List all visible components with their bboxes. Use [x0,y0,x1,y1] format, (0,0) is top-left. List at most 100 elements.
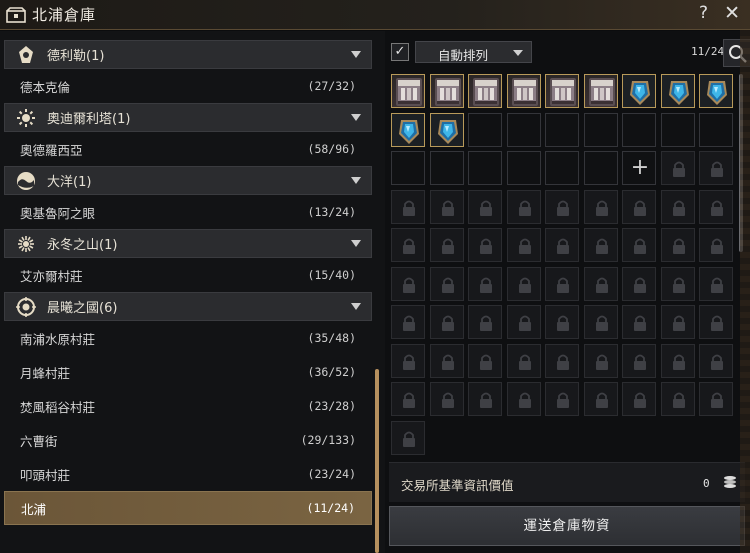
inventory-slot-locked [699,343,733,378]
region-header[interactable]: 大洋(1) [4,166,372,195]
town-slot-count: (11/24) [306,501,355,515]
inventory-slot-locked [545,228,579,262]
chevron-down-icon[interactable] [351,240,361,247]
town-name: 北浦 [21,501,47,517]
inventory-slot-item[interactable] [622,74,656,108]
inventory-slot-locked [391,382,425,416]
town-slot-count: (29/133) [300,433,356,447]
inventory-slot-locked [622,343,656,378]
chevron-down-icon[interactable] [351,177,361,184]
inventory-slot-item[interactable] [468,74,502,108]
plus-icon: + [630,155,650,180]
sunburst-icon [13,105,39,131]
inventory-slot-locked [622,228,656,262]
chevron-down-icon[interactable] [351,303,361,310]
storage-town-item[interactable]: 焚風稻谷村莊 (23/28) [4,389,372,423]
town-slot-count: (27/32) [307,79,356,93]
inventory-slot-locked [468,189,502,224]
inventory-slot-locked [391,228,425,262]
inventory-slot-locked [583,228,618,262]
town-name: 奧德羅西亞 [20,142,83,158]
town-slot-count: (23/28) [307,399,356,413]
inventory-slot-empty[interactable] [622,112,656,147]
inventory-slot-empty[interactable] [468,112,502,147]
inventory-slot-locked [429,382,464,416]
inventory-slot-locked [545,266,579,301]
town-name: 叩頭村莊 [20,467,71,483]
chevron-down-icon[interactable] [351,51,361,58]
region-header[interactable]: 永冬之山(1) [4,229,372,258]
market-value-bar: 交易所基準資訊價值 0 [389,462,745,502]
inventory-slot-locked [545,343,579,378]
inventory-slot-item[interactable] [429,112,464,147]
region-label: 大洋(1) [47,175,92,190]
town-name: 焚風稻谷村莊 [20,399,96,415]
inventory-slot-empty[interactable] [545,112,579,147]
inventory-slot-empty[interactable] [545,151,579,185]
storage-town-item[interactable]: 艾亦爾村莊 (15/40) [4,258,372,292]
inventory-slot-empty[interactable] [660,112,695,147]
decorative-border [740,30,750,553]
storage-town-item[interactable]: 奧德羅西亞 (58/96) [4,132,372,166]
inventory-slot-locked [468,266,502,301]
inventory-slot-item[interactable] [506,74,541,108]
close-button[interactable]: ✕ [724,2,740,24]
inventory-slot-locked [468,382,502,416]
storage-toolbar: ✓ 自動排列 11/24 [391,39,750,67]
transport-items-button[interactable]: 運送倉庫物資 [389,506,745,546]
inventory-slot-locked [660,189,695,224]
inventory-slot-item[interactable] [429,74,464,108]
region-header[interactable]: 奧迪爾利塔(1) [4,103,372,132]
inventory-slot-locked [583,266,618,301]
town-slot-count: (36/52) [307,365,356,379]
inventory-slot-empty[interactable] [429,151,464,185]
region-header[interactable]: 德利勒(1) [4,40,372,69]
storage-town-item[interactable]: 奧基魯阿之眼 (13/24) [4,195,372,229]
inventory-slot-empty[interactable] [699,112,733,147]
storage-list-panel: 德利勒(1) 德本克倫 (27/32) 奧迪爾利塔(1) 奧德羅西亞 (58/96) 大洋(… [0,31,385,553]
inventory-slot-empty[interactable] [468,151,502,185]
inventory-slot-empty[interactable] [506,151,541,185]
list-scrollbar[interactable] [375,369,379,553]
region-label: 晨曦之國(6) [47,301,118,316]
storage-town-item[interactable]: 叩頭村莊 (23/24) [4,457,372,491]
inventory-slot-item[interactable] [391,74,425,108]
inventory-slot-item[interactable] [545,74,579,108]
inventory-slot-empty[interactable] [506,112,541,147]
help-button[interactable]: ? [699,3,708,23]
inventory-slot-locked [506,382,541,416]
dawn-emblem-icon [13,294,39,320]
inventory-slot-locked [391,343,425,378]
storage-town-item[interactable]: 六曹街 (29/133) [4,423,372,457]
inventory-slot-locked [468,305,502,339]
region-label: 德利勒(1) [47,49,105,64]
chevron-down-icon[interactable] [351,114,361,121]
expand-slot-button[interactable]: + [622,151,656,185]
inventory-slot-item[interactable] [699,74,733,108]
auto-sort-dropdown[interactable]: 自動排列 [415,41,532,63]
storage-town-item[interactable]: 南浦水原村莊 (35/48) [4,321,372,355]
auto-sort-checkbox[interactable]: ✓ [391,43,409,61]
inventory-slot-empty[interactable] [391,151,425,185]
inventory-slot-locked [583,305,618,339]
inventory-slot-locked [699,305,733,339]
inventory-slot-locked [622,266,656,301]
region-label: 奧迪爾利塔(1) [47,112,131,127]
storage-contents-panel: ✓ 自動排列 11/24 + 交易所基準資訊價值 0 運送倉庫物資 [385,31,750,553]
storage-town-item[interactable]: 北浦 (11/24) [4,491,372,525]
inventory-slot-locked [506,189,541,224]
inventory-slot-locked [545,189,579,224]
inventory-slot-locked [545,382,579,416]
inventory-slot-locked [660,305,695,339]
inventory-slot-empty[interactable] [583,112,618,147]
region-label: 永冬之山(1) [47,238,118,253]
inventory-slot-item[interactable] [583,74,618,108]
region-header[interactable]: 晨曦之國(6) [4,292,372,321]
storage-chest-icon [6,6,26,23]
storage-town-item[interactable]: 德本克倫 (27/32) [4,69,372,103]
storage-town-item[interactable]: 月蜂村莊 (36/52) [4,355,372,389]
inventory-slot-locked [622,305,656,339]
inventory-slot-item[interactable] [391,112,425,147]
inventory-slot-item[interactable] [660,74,695,108]
inventory-slot-empty[interactable] [583,151,618,185]
